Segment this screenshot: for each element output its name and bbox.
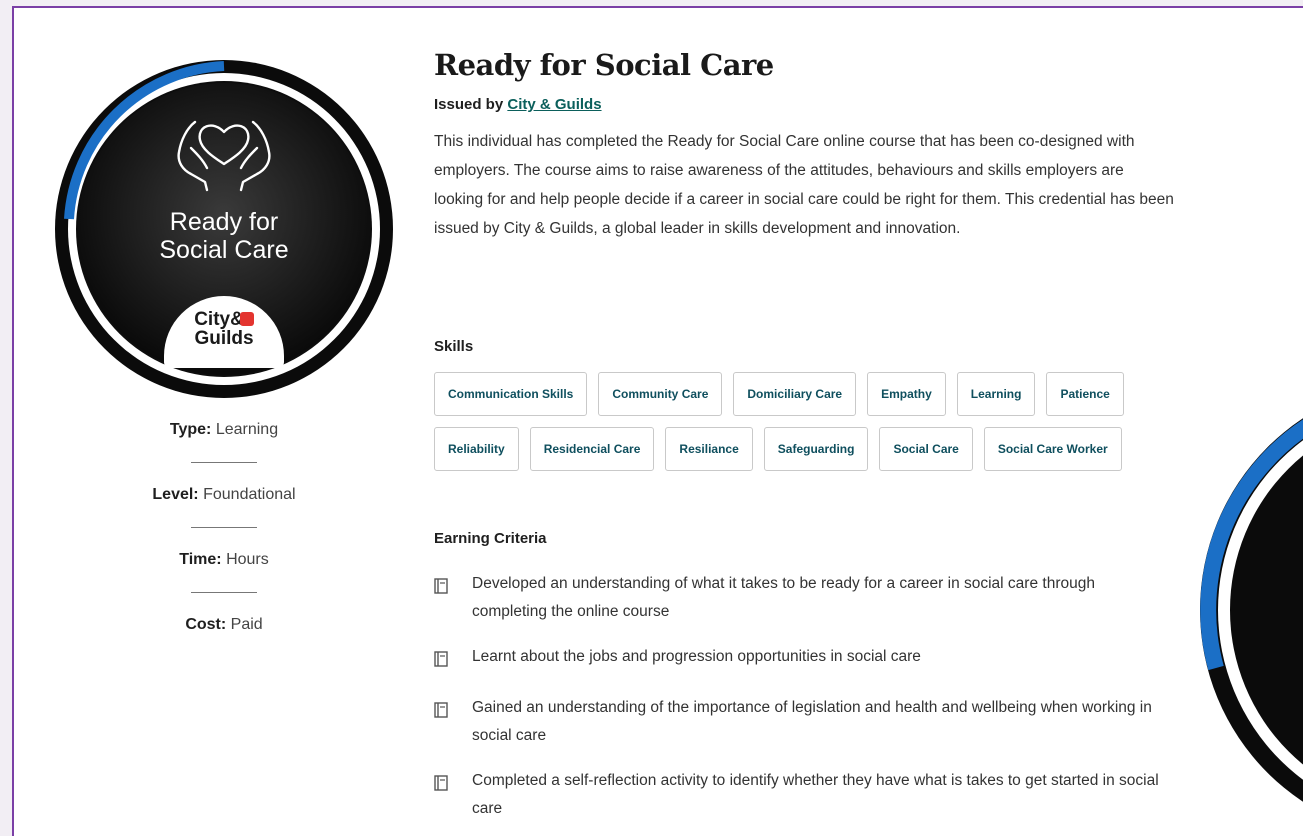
skill-tag[interactable]: Community Care — [598, 372, 723, 416]
divider — [191, 527, 257, 528]
skill-tag[interactable]: Residencial Care — [529, 427, 655, 471]
criteria-item: Gained an understanding of the importanc… — [434, 694, 1174, 750]
criteria-item: Completed a self-reflection activity to … — [434, 767, 1174, 823]
skills-list: Communication Skills Community Care Domi… — [434, 372, 1174, 482]
badge-meta: Type: Learning Level: Foundational Time:… — [84, 418, 364, 637]
badge-title: Ready for Social Care — [55, 208, 393, 264]
skill-tag[interactable]: Learning — [956, 372, 1036, 416]
meta-level: Level: Foundational — [152, 486, 296, 503]
book-icon — [434, 643, 472, 677]
skill-tag[interactable]: Social Care Worker — [983, 427, 1122, 471]
skill-tag[interactable]: Empathy — [867, 372, 946, 416]
skill-tag[interactable]: Domiciliary Care — [733, 372, 857, 416]
logo-line2: Guilds — [194, 328, 254, 349]
skills-row: Reliability Residencial Care Resiliance … — [434, 427, 1174, 471]
skill-tag[interactable]: Communication Skills — [434, 372, 588, 416]
logo-line1: City& — [164, 310, 284, 329]
meta-cost: Cost: Paid — [185, 616, 263, 633]
criteria-item: Developed an understanding of what it ta… — [434, 570, 1174, 626]
badge-preview-partial — [1200, 380, 1303, 836]
issued-by: Issued by City & Guilds — [434, 96, 602, 113]
meta-type: Type: Learning — [169, 421, 279, 438]
book-icon — [434, 570, 472, 626]
lion-mark-icon — [239, 312, 254, 326]
skills-row: Communication Skills Community Care Domi… — [434, 372, 1174, 416]
badge-title-line2: Social Care — [159, 236, 289, 264]
badge-image: Ready for Social Care City& Guilds — [55, 60, 393, 398]
earning-criteria-list: Developed an understanding of what it ta… — [434, 570, 1174, 836]
badge-preview-svg — [1200, 418, 1303, 802]
skill-tag[interactable]: Safeguarding — [763, 427, 869, 471]
page-frame: Ready for Social Care City& Guilds Type:… — [12, 6, 1303, 836]
skill-tag[interactable]: Social Care — [879, 427, 973, 471]
book-icon — [434, 767, 472, 823]
badge-description: This individual has completed the Ready … — [434, 133, 1174, 237]
divider — [191, 592, 257, 593]
earning-criteria-heading: Earning Criteria — [434, 530, 547, 547]
issuer-link[interactable]: City & Guilds — [507, 96, 601, 113]
divider — [191, 462, 257, 463]
skills-heading: Skills — [434, 338, 474, 355]
criteria-item: Learnt about the jobs and progression op… — [434, 643, 1174, 677]
skill-tag[interactable]: Patience — [1046, 372, 1124, 416]
book-icon — [434, 694, 472, 750]
main-content: Ready for Social Care Issued by City & G… — [434, 48, 1174, 817]
page-title: Ready for Social Care — [434, 48, 774, 82]
skill-tag[interactable]: Resiliance — [665, 427, 753, 471]
skill-tag[interactable]: Reliability — [434, 427, 519, 471]
badge-title-line1: Ready for — [169, 208, 279, 236]
meta-time: Time: Hours — [179, 551, 269, 568]
